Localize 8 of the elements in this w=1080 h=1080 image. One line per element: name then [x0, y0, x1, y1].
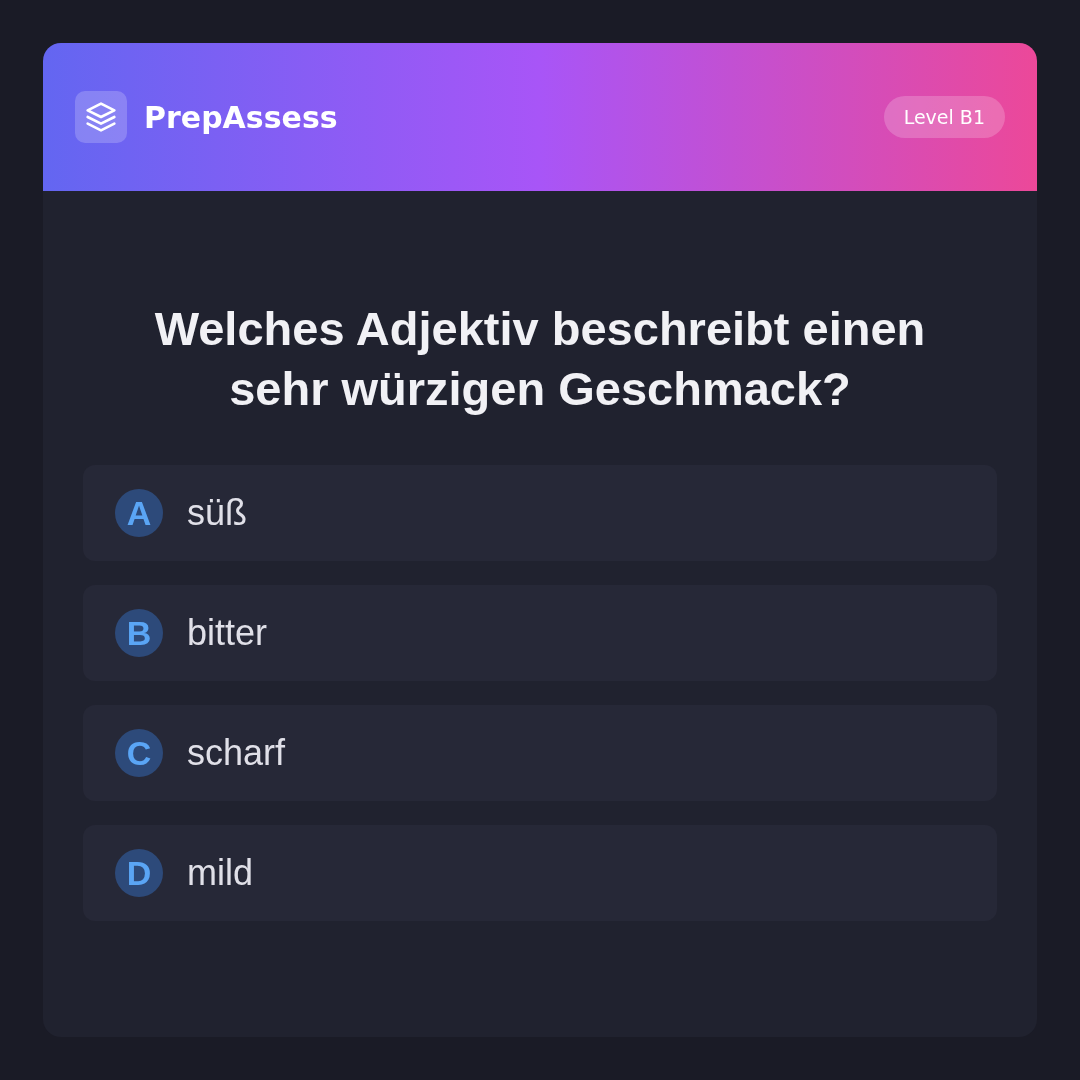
brand-name: PrepAssess: [144, 99, 338, 135]
layers-icon: [75, 91, 127, 143]
question-text: Welches Adjektiv beschreibt einen sehr würzigen Geschmack?: [153, 301, 927, 417]
answer-option[interactable]: B bitter: [83, 585, 997, 681]
level-badge: Level B1: [883, 96, 1005, 138]
answer-option[interactable]: D mild: [83, 825, 997, 921]
answer-option[interactable]: A süß: [83, 465, 997, 561]
answer-option[interactable]: C scharf: [83, 705, 997, 801]
